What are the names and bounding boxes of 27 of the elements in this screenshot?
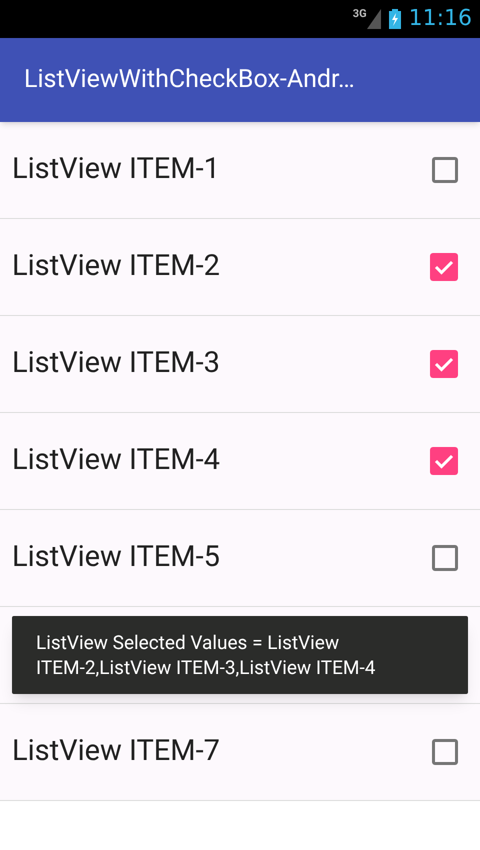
check-icon [434, 259, 454, 275]
checkbox[interactable] [430, 253, 458, 281]
clock: 11:16 [408, 8, 472, 30]
list-item[interactable]: ListView ITEM-7 [0, 704, 480, 801]
list-item[interactable]: ListView ITEM-2 [0, 219, 480, 316]
list-item[interactable]: ListView ITEM-1 [0, 122, 480, 219]
item-label: ListView ITEM-7 [12, 733, 220, 770]
item-label: ListView ITEM-1 [12, 151, 220, 188]
checkbox[interactable] [432, 739, 458, 765]
battery-icon [388, 9, 401, 29]
item-label: ListView ITEM-3 [12, 345, 220, 382]
check-icon [434, 356, 454, 372]
item-label: ListView ITEM-2 [12, 248, 220, 286]
checkbox[interactable] [432, 545, 458, 571]
network-label: 3G [352, 6, 367, 22]
checkbox[interactable] [430, 350, 458, 378]
signal-icon [366, 9, 381, 29]
checkbox[interactable] [430, 447, 458, 475]
checkbox[interactable] [432, 157, 458, 183]
list-item[interactable]: ListView ITEM-5 [0, 510, 480, 607]
list-item[interactable]: ListView ITEM-3 [0, 316, 480, 413]
list-item[interactable]: ListView ITEM-4 [0, 413, 480, 510]
item-label: ListView ITEM-4 [12, 442, 220, 480]
app-title: ListViewWithCheckBox-Andr… [24, 64, 355, 96]
check-icon [434, 453, 454, 469]
item-label: ListView ITEM-5 [12, 539, 220, 576]
toast-message: ListView Selected Values = ListView ITEM-2,ListView ITEM-3,ListView ITEM-4 [36, 630, 376, 680]
